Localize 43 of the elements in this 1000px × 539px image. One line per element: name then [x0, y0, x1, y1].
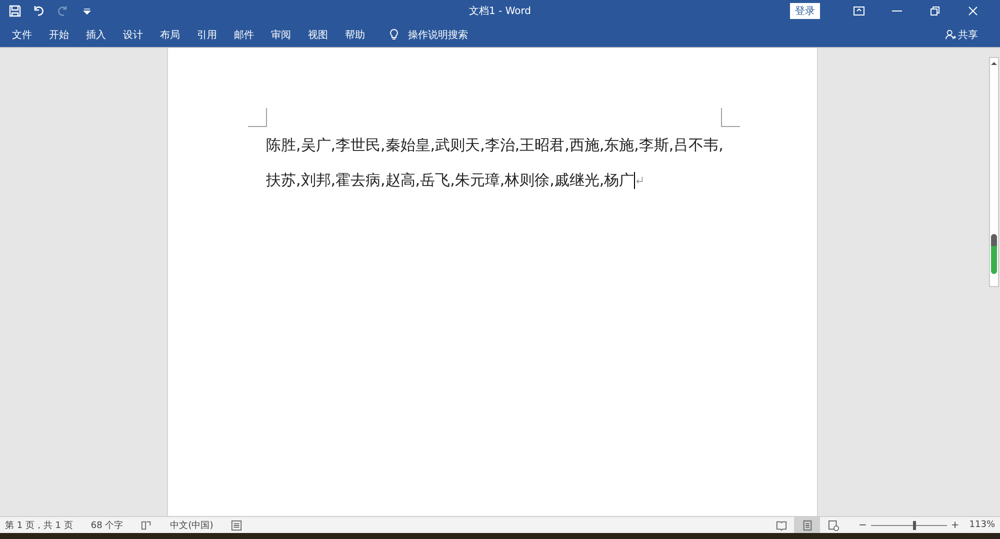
restore-icon[interactable] — [929, 5, 941, 17]
page-icon — [802, 520, 813, 530]
window-title: 文档1 - Word — [468, 4, 532, 18]
menu-tab[interactable]: 开始 — [49, 28, 69, 42]
document-text: 扶苏,刘邦,霍去病,赵高,岳飞,朱元璋,林则徐,戚继光,杨广 — [266, 170, 634, 191]
share-button[interactable]: 共享 — [939, 26, 984, 42]
save-icon[interactable] — [8, 4, 22, 18]
vertical-scrollbar[interactable] — [989, 57, 999, 287]
view-button[interactable] — [794, 517, 820, 533]
book-icon — [776, 520, 787, 530]
ribbon-display-icon[interactable] — [853, 5, 865, 17]
menu-tab[interactable]: 布局 — [160, 28, 180, 42]
menu-tab[interactable]: 插入 — [86, 28, 106, 42]
document-text: 陈胜,吴广,李世民,秦始皇,武则天,李治,王昭君,西施,东施,李斯,吕不韦, — [266, 135, 724, 156]
menu-tab[interactable]: 邮件 — [234, 28, 254, 42]
zoom-thumb[interactable] — [913, 520, 916, 530]
scroll-thumb[interactable] — [991, 234, 997, 274]
page-count[interactable]: 第 1 页，共 1 页 — [5, 518, 73, 532]
zoom-in-button[interactable]: + — [948, 520, 962, 530]
menu-tab[interactable]: 帮助 — [345, 28, 365, 42]
person-icon — [945, 29, 956, 40]
web-page-icon — [828, 520, 839, 530]
menu-tab[interactable]: 引用 — [197, 28, 217, 42]
tell-me-search-field[interactable]: 操作说明搜索 — [408, 28, 468, 42]
paragraph-mark-icon — [635, 176, 644, 185]
zoom-level[interactable]: 113% — [969, 520, 995, 530]
sign-in-button[interactable]: 登录 — [790, 3, 820, 19]
undo-icon[interactable] — [32, 4, 46, 18]
zoom-out-button[interactable]: − — [856, 520, 869, 530]
close-icon[interactable] — [967, 5, 979, 17]
scroll-up-icon[interactable] — [990, 59, 998, 67]
menu-tab[interactable]: 审阅 — [271, 28, 291, 42]
language-indicator[interactable]: 中文(中国) — [170, 518, 214, 532]
word-count[interactable]: 68 个字 — [90, 518, 124, 532]
lightbulb-icon — [388, 28, 400, 41]
proofing-book-icon[interactable] — [141, 520, 152, 530]
crop-mark — [248, 108, 267, 127]
crop-mark — [721, 108, 740, 127]
menu-tab[interactable]: 视图 — [308, 28, 328, 42]
menu-tab[interactable]: 文件 — [12, 28, 32, 42]
menu-tab[interactable]: 设计 — [123, 28, 143, 42]
macro-recording-icon[interactable] — [231, 520, 242, 530]
text-cursor — [634, 172, 636, 189]
